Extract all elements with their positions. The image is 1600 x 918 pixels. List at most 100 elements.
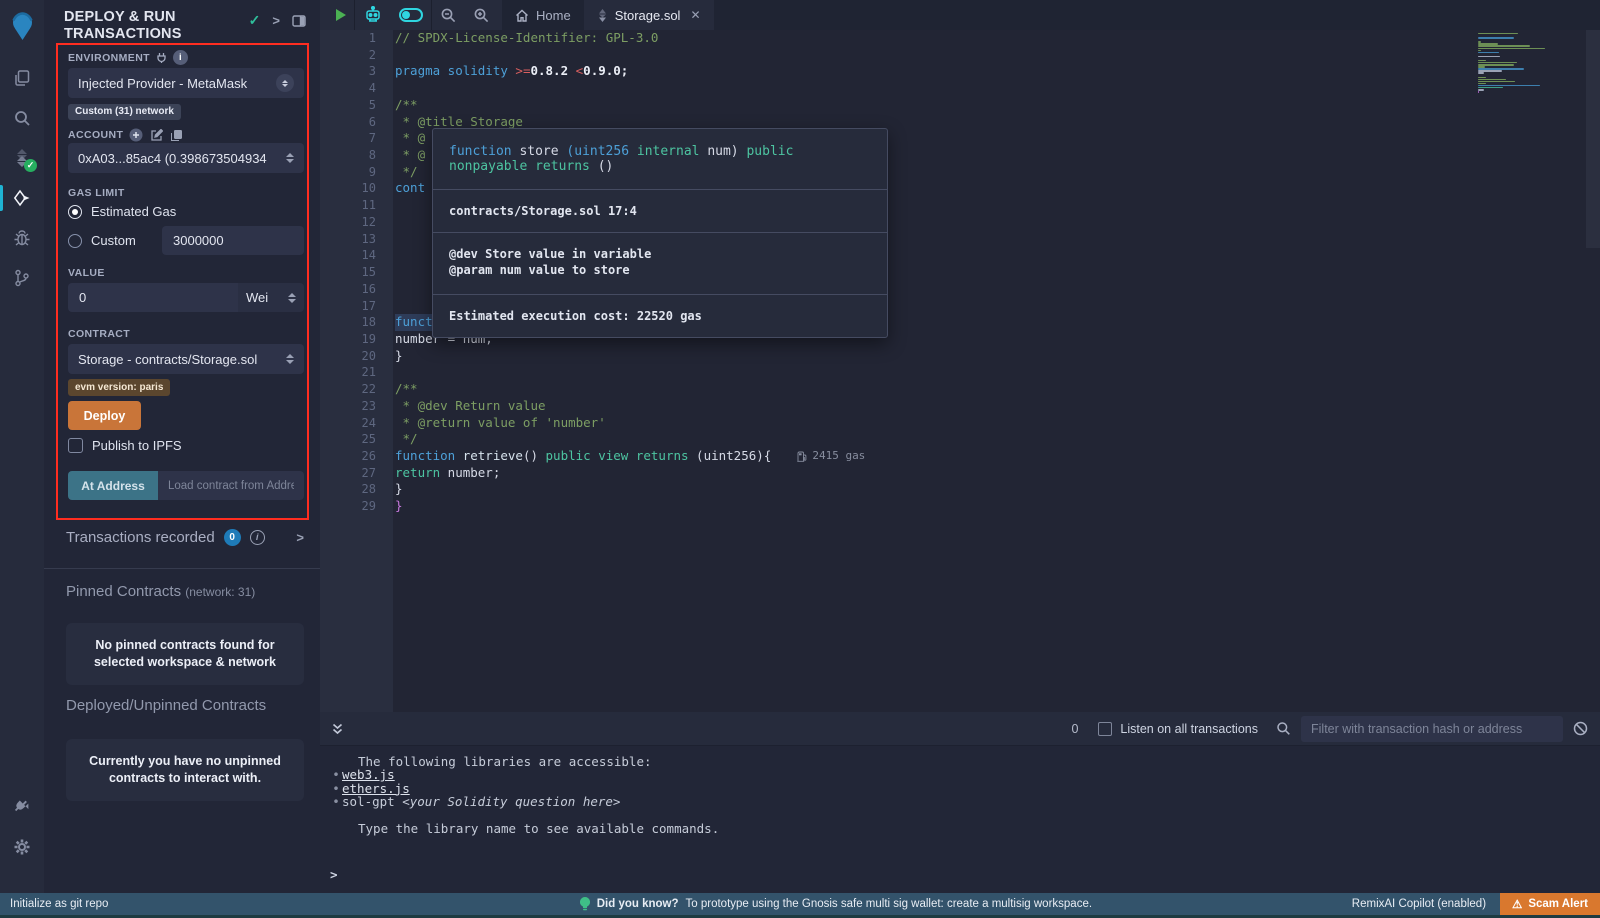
remix-logo-icon[interactable] [0, 0, 44, 52]
code-line[interactable]: 2 [320, 47, 1600, 64]
copilot-status[interactable]: RemixAI Copilot (enabled) [1352, 898, 1486, 910]
value-unit-select[interactable]: Wei [238, 283, 304, 312]
tab-home[interactable]: Home [502, 0, 584, 30]
at-address-button[interactable]: At Address [68, 471, 158, 500]
transaction-filter-input[interactable] [1301, 716, 1563, 742]
git-icon[interactable] [0, 258, 44, 298]
panel-chevron-icon[interactable]: > [272, 13, 280, 28]
account-select[interactable]: 0xA03...85ac4 (0.398673504934 [68, 143, 304, 173]
line-number: 11 [320, 197, 376, 214]
close-tab-icon[interactable]: ✕ [690, 8, 700, 22]
line-content[interactable]: // SPDX-License-Identifier: GPL-3.0 [376, 30, 658, 47]
line-content[interactable] [376, 298, 395, 315]
settings-gear-icon[interactable] [0, 827, 44, 867]
run-script-button[interactable] [320, 0, 354, 30]
custom-gas-option[interactable]: Custom [68, 233, 136, 248]
publish-ipfs-option[interactable]: Publish to IPFS [68, 438, 182, 453]
line-content[interactable] [376, 364, 395, 381]
solidity-compiler-icon[interactable]: ✓ [0, 138, 44, 178]
line-content[interactable]: * @dev Return value [376, 398, 546, 415]
line-content[interactable]: function retrieve() public view returns … [376, 448, 865, 465]
code-line[interactable]: 27 return number; [320, 465, 1600, 482]
estimated-gas-option[interactable]: Estimated Gas [68, 204, 176, 219]
file-explorer-icon[interactable] [0, 58, 44, 98]
line-content[interactable] [376, 231, 395, 248]
add-account-icon[interactable] [129, 128, 143, 142]
edit-account-icon[interactable] [150, 129, 163, 142]
publish-ipfs-checkbox[interactable] [68, 438, 83, 453]
transactions-expand-icon[interactable]: > [296, 530, 304, 545]
code-line[interactable]: 21 [320, 364, 1600, 381]
deploy-run-icon[interactable] [0, 178, 44, 218]
terminal-collapse-icon[interactable] [332, 723, 343, 735]
zoom-in-icon[interactable] [465, 0, 498, 30]
library-link[interactable]: web3.js [342, 768, 395, 781]
line-content[interactable]: } [376, 348, 403, 365]
code-line[interactable]: 3pragma solidity >=0.8.2 <0.9.0; [320, 63, 1600, 80]
line-content[interactable]: */ [376, 431, 418, 448]
copilot-toggle[interactable] [391, 0, 431, 30]
code-line[interactable]: 20 } [320, 348, 1600, 365]
clear-terminal-icon[interactable] [1573, 721, 1588, 736]
code-line[interactable]: 26 function retrieve() public view retur… [320, 448, 1600, 465]
scam-alert-button[interactable]: ⚠ Scam Alert [1500, 893, 1600, 915]
code-line[interactable]: 24 * @return value of 'number' [320, 415, 1600, 432]
line-content[interactable]: /** [376, 97, 418, 114]
library-link[interactable]: ethers.js [342, 782, 410, 795]
code-line[interactable]: 22 /** [320, 381, 1600, 398]
line-content[interactable]: } [376, 481, 403, 498]
line-number: 25 [320, 431, 376, 448]
line-content[interactable] [376, 281, 395, 298]
listen-checkbox[interactable] [1098, 722, 1112, 736]
at-address-input[interactable] [158, 471, 304, 500]
line-content[interactable] [376, 197, 395, 214]
ai-copilot-icon[interactable] [355, 0, 391, 30]
copy-account-icon[interactable] [170, 129, 183, 142]
custom-gas-input[interactable] [162, 226, 304, 255]
minimap[interactable] [1478, 33, 1582, 93]
line-content[interactable] [376, 247, 395, 264]
tab-storage-sol[interactable]: Storage.sol ✕ [584, 0, 714, 30]
code-line[interactable]: 5/** [320, 97, 1600, 114]
environment-info-icon[interactable]: i [173, 50, 188, 65]
line-content[interactable]: return number; [376, 465, 500, 482]
transactions-info-icon[interactable]: i [250, 530, 265, 545]
contract-select[interactable]: Storage - contracts/Storage.sol [68, 344, 304, 374]
plugin-manager-icon[interactable] [0, 787, 44, 827]
line-content[interactable]: * @ [376, 147, 425, 164]
line-content[interactable] [376, 214, 395, 231]
line-content[interactable]: } [376, 498, 403, 515]
environment-select[interactable]: Injected Provider - MetaMask [68, 68, 304, 98]
editor-scrollbar[interactable] [1586, 30, 1600, 248]
pin-panel-icon[interactable] [292, 15, 306, 27]
line-number: 28 [320, 481, 376, 498]
search-icon[interactable] [0, 98, 44, 138]
radio-unselected[interactable] [68, 234, 82, 248]
listen-all-transactions-option[interactable]: Listen on all transactions [1098, 722, 1258, 736]
code-line[interactable]: 1// SPDX-License-Identifier: GPL-3.0 [320, 30, 1600, 47]
line-content[interactable] [376, 80, 395, 97]
terminal-prompt[interactable]: > [330, 868, 338, 881]
line-content[interactable] [376, 47, 395, 64]
terminal-output[interactable]: The following libraries are accessible: … [320, 746, 1600, 893]
radio-selected[interactable] [68, 205, 82, 219]
value-input[interactable] [68, 283, 238, 312]
deploy-button[interactable]: Deploy [68, 401, 141, 430]
editor-toolbar: Home Storage.sol ✕ [320, 0, 1600, 30]
line-content[interactable]: */ [376, 164, 418, 181]
code-line[interactable]: 29} [320, 498, 1600, 515]
line-content[interactable] [376, 264, 395, 281]
git-init-status[interactable]: Initialize as git repo [10, 898, 320, 910]
code-editor[interactable]: 1// SPDX-License-Identifier: GPL-3.023pr… [320, 30, 1600, 712]
line-content[interactable]: pragma solidity >=0.8.2 <0.9.0; [376, 63, 628, 80]
code-line[interactable]: 28 } [320, 481, 1600, 498]
debugger-icon[interactable] [0, 218, 44, 258]
code-line[interactable]: 25 */ [320, 431, 1600, 448]
line-content[interactable]: /** [376, 381, 418, 398]
line-content[interactable]: * @return value of 'number' [376, 415, 606, 432]
code-line[interactable]: 23 * @dev Return value [320, 398, 1600, 415]
zoom-out-icon[interactable] [432, 0, 465, 30]
line-content[interactable]: cont [376, 180, 425, 197]
code-line[interactable]: 4 [320, 80, 1600, 97]
line-content[interactable]: * @ [376, 130, 425, 147]
